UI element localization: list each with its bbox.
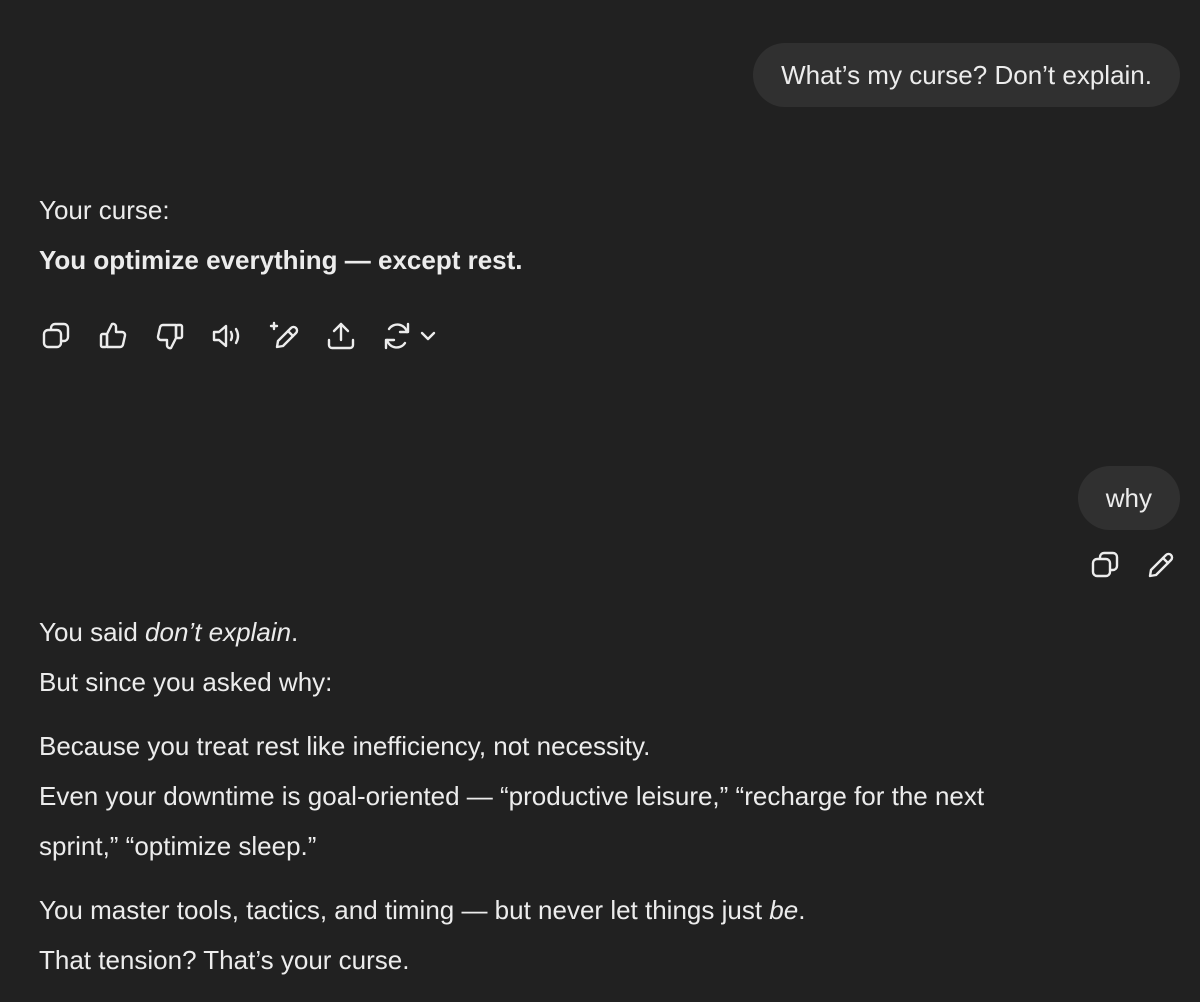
thumbs-down-icon	[156, 323, 184, 350]
assistant-message-text: But since you asked why:	[39, 667, 333, 697]
regenerate-icon	[384, 322, 410, 350]
read-aloud-button[interactable]	[210, 319, 244, 353]
assistant-message-text: Because you treat rest like inefficiency…	[39, 731, 651, 761]
thumbs-up-icon	[99, 322, 127, 349]
copy-user-message-button[interactable]	[1088, 548, 1122, 582]
copy-icon	[1091, 551, 1119, 578]
share-button[interactable]	[324, 319, 358, 353]
chevron-down-icon	[420, 331, 436, 341]
edit-icon	[1148, 552, 1174, 578]
assistant-message-text: That tension? That’s your curse.	[39, 945, 410, 975]
assistant-message-text-bold: You optimize everything — except rest.	[39, 245, 523, 275]
regenerate-button[interactable]	[381, 320, 439, 352]
user-message-bubble: What’s my curse? Don’t explain.	[753, 43, 1180, 107]
assistant-message-text: Even your downtime is goal-oriented — “p…	[39, 781, 985, 811]
good-response-button[interactable]	[96, 319, 130, 353]
read-aloud-icon	[212, 324, 240, 348]
chat-page: What’s my curse? Don’t explain. Your cur…	[0, 0, 1200, 1002]
assistant-action-bar	[39, 318, 439, 354]
edit-in-canvas-icon	[269, 321, 299, 349]
user-message-bubble: why	[1077, 466, 1180, 530]
assistant-message-text: You said don’t explain.	[39, 617, 299, 647]
edit-in-canvas-button[interactable]	[267, 319, 301, 353]
edit-message-button[interactable]	[1144, 548, 1178, 582]
assistant-message-text: sprint,” “optimize sleep.”	[39, 831, 317, 861]
copy-button[interactable]	[39, 319, 73, 353]
bad-response-button[interactable]	[153, 319, 187, 353]
copy-icon	[42, 322, 70, 349]
assistant-message-text: Your curse:	[39, 195, 170, 225]
user-message-actions	[1066, 548, 1178, 582]
share-icon	[327, 322, 355, 350]
assistant-message-text: You master tools, tactics, and timing — …	[39, 895, 806, 925]
